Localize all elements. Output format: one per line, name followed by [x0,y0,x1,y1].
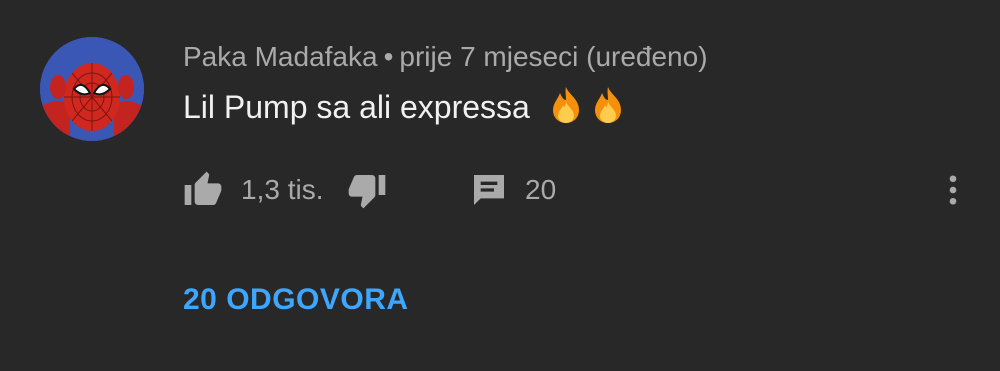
like-count: 1,3 tis. [241,174,324,205]
comment-item: Paka Madafaka • prije 7 mjeseci (uređeno) … [0,0,1000,371]
reply-count: 20 [525,174,557,205]
fire-emoji-icon [552,87,579,123]
like-button[interactable] [183,167,223,213]
meta-separator: • [383,41,394,72]
comment-body: Lil Pump sa ali expressa [183,89,530,125]
emoji-group [549,86,625,124]
avatar[interactable] [40,37,144,141]
comment-actions: 1,3 tis. 20 [183,167,973,213]
comment-text: Lil Pump sa ali expressa [183,86,625,128]
more-vert-icon [949,175,957,205]
comment-timestamp[interactable]: prije 7 mjeseci (uređeno) [399,41,707,72]
view-replies-link[interactable]: 20 ODGOVORA [183,283,409,317]
thumbs-up-icon [184,171,222,205]
more-options-button[interactable] [935,167,971,213]
dislike-button[interactable] [347,167,387,213]
author-name[interactable]: Paka Madafaka [183,41,378,72]
thumbs-down-icon [348,175,386,209]
comment-meta: Paka Madafaka • prije 7 mjeseci (uređeno) [183,39,708,75]
spiderman-avatar-image [40,37,144,141]
comment-icon [474,175,504,205]
reply-button[interactable] [469,167,509,213]
fire-emoji-icon [594,87,621,123]
